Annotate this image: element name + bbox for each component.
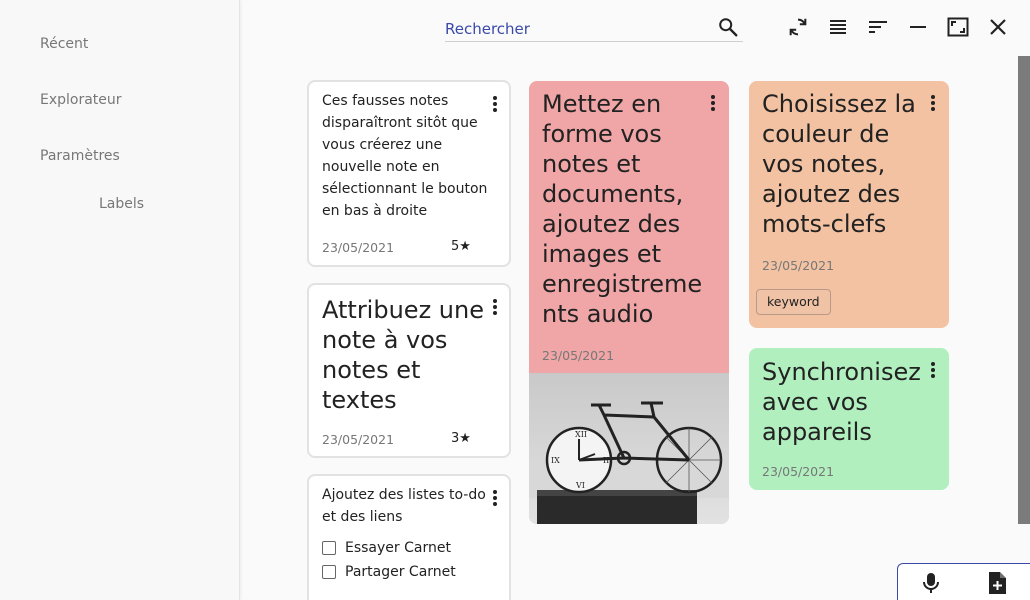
todo-checkbox[interactable]: [322, 565, 336, 579]
note-title: Choisissez la couleur de vos notes, ajou…: [762, 90, 916, 238]
todo-item: Essayer Carnet: [322, 540, 451, 556]
svg-text:XII: XII: [575, 430, 587, 439]
note-text: Ajoutez des listes to-do et des liens: [322, 487, 486, 525]
sidebar-item-explorer[interactable]: Explorateur: [40, 92, 122, 108]
note-date: 23/05/2021: [762, 464, 835, 479]
note-text: Ces fausses notes disparaîtront sitôt qu…: [322, 93, 488, 219]
more-options-icon[interactable]: [707, 93, 719, 113]
sidebar-item-labels[interactable]: Labels: [99, 196, 144, 212]
more-options-icon[interactable]: [489, 297, 501, 317]
more-options-icon[interactable]: [489, 94, 501, 114]
todo-label: Essayer Carnet: [345, 540, 451, 556]
note-rating: 5★: [451, 239, 471, 254]
note-card[interactable]: Ces fausses notes disparaîtront sitôt qu…: [307, 80, 511, 267]
note-card[interactable]: Ajoutez des listes to-do et des liens Es…: [307, 474, 511, 600]
note-card[interactable]: Synchronisez avec vos appareils 23/05/20…: [749, 348, 949, 490]
todo-label: Partager Carnet: [345, 564, 456, 580]
maximize-icon[interactable]: [945, 14, 971, 40]
svg-text:IX: IX: [551, 456, 560, 465]
note-date: 23/05/2021: [322, 432, 395, 447]
todo-checkbox[interactable]: [322, 541, 336, 555]
note-rating: 3★: [451, 431, 471, 446]
bicycle-clock-photo: XII III VI IX: [529, 373, 729, 524]
keyword-chip[interactable]: keyword: [756, 289, 831, 315]
sidebar: Récent Explorateur Paramètres Labels: [0, 0, 240, 600]
search-bar: [445, 14, 743, 42]
more-options-icon[interactable]: [489, 488, 501, 508]
note-date: 23/05/2021: [322, 240, 395, 255]
sidebar-item-recent[interactable]: Récent: [40, 36, 88, 52]
microphone-icon[interactable]: [920, 571, 942, 595]
note-card[interactable]: Choisissez la couleur de vos notes, ajou…: [749, 81, 949, 328]
more-options-icon[interactable]: [927, 360, 939, 380]
scrollbar[interactable]: [1018, 56, 1030, 524]
todo-item: Partager Carnet: [322, 564, 456, 580]
list-view-icon[interactable]: [825, 14, 851, 40]
note-card[interactable]: Attribuez une note à vos notes et textes…: [307, 283, 511, 458]
search-input[interactable]: [445, 18, 705, 40]
minimize-icon[interactable]: [905, 14, 931, 40]
close-icon[interactable]: [985, 14, 1011, 40]
note-card[interactable]: Mettez en forme vos notes et documents, …: [529, 81, 729, 524]
note-title: Mettez en forme vos notes et documents, …: [542, 90, 703, 328]
search-icon[interactable]: [717, 16, 739, 38]
note-title: Attribuez une note à vos notes et textes: [322, 296, 484, 414]
more-options-icon[interactable]: [927, 93, 939, 113]
svg-text:VI: VI: [575, 481, 585, 490]
new-note-icon[interactable]: [987, 571, 1009, 595]
note-date: 23/05/2021: [762, 258, 835, 273]
sort-icon[interactable]: [865, 14, 891, 40]
action-bar: [897, 563, 1030, 600]
sidebar-item-settings[interactable]: Paramètres: [40, 148, 120, 164]
note-date: 23/05/2021: [542, 348, 615, 363]
sync-icon[interactable]: [785, 14, 811, 40]
note-title: Synchronisez avec vos appareils: [762, 358, 921, 446]
